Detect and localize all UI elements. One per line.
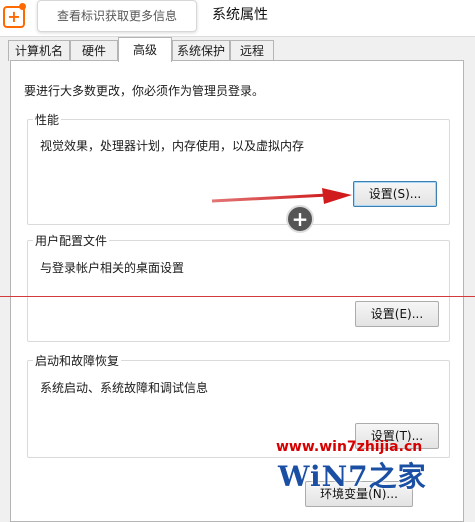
- watermark-text: WiN7之家: [278, 460, 427, 493]
- admin-note: 要进行大多数更改，你必须作为管理员登录。: [24, 84, 265, 98]
- red-guide-line: [0, 296, 475, 297]
- watermark-url: www.win7zhijia.cn: [276, 439, 423, 455]
- startup-recovery-label: 启动和故障恢复: [33, 352, 122, 369]
- tab-strip: 计算机名 硬件 高级 系统保护 远程: [8, 37, 468, 62]
- user-profiles-description: 与登录帐户相关的桌面设置: [40, 261, 185, 275]
- title-bar: + 查看标识获取更多信息 系统属性: [0, 0, 475, 37]
- startup-recovery-description: 系统启动、系统故障和调试信息: [40, 381, 209, 395]
- notification-dot-icon: [19, 3, 26, 10]
- tab-advanced[interactable]: 高级: [118, 37, 172, 62]
- tooltip-bubble: 查看标识获取更多信息: [37, 0, 197, 32]
- zoom-plus-icon[interactable]: +: [286, 205, 314, 233]
- performance-description: 视觉效果，处理器计划，内存使用，以及虚拟内存: [40, 139, 305, 153]
- tab-hardware[interactable]: 硬件: [70, 40, 118, 61]
- performance-settings-button[interactable]: 设置(S)...: [353, 181, 437, 207]
- window-title: 系统属性: [212, 7, 268, 23]
- tab-remote[interactable]: 远程: [230, 40, 274, 61]
- watermark: www.win7zhijia.cn WiN7之家: [276, 439, 475, 515]
- tab-computer-name[interactable]: 计算机名: [8, 40, 70, 61]
- user-profiles-label: 用户配置文件: [33, 232, 110, 249]
- tab-system-protection[interactable]: 系统保护: [172, 40, 230, 61]
- user-profiles-settings-button[interactable]: 设置(E)...: [355, 301, 439, 327]
- red-arrow-icon: [211, 188, 352, 204]
- performance-label: 性能: [33, 111, 62, 128]
